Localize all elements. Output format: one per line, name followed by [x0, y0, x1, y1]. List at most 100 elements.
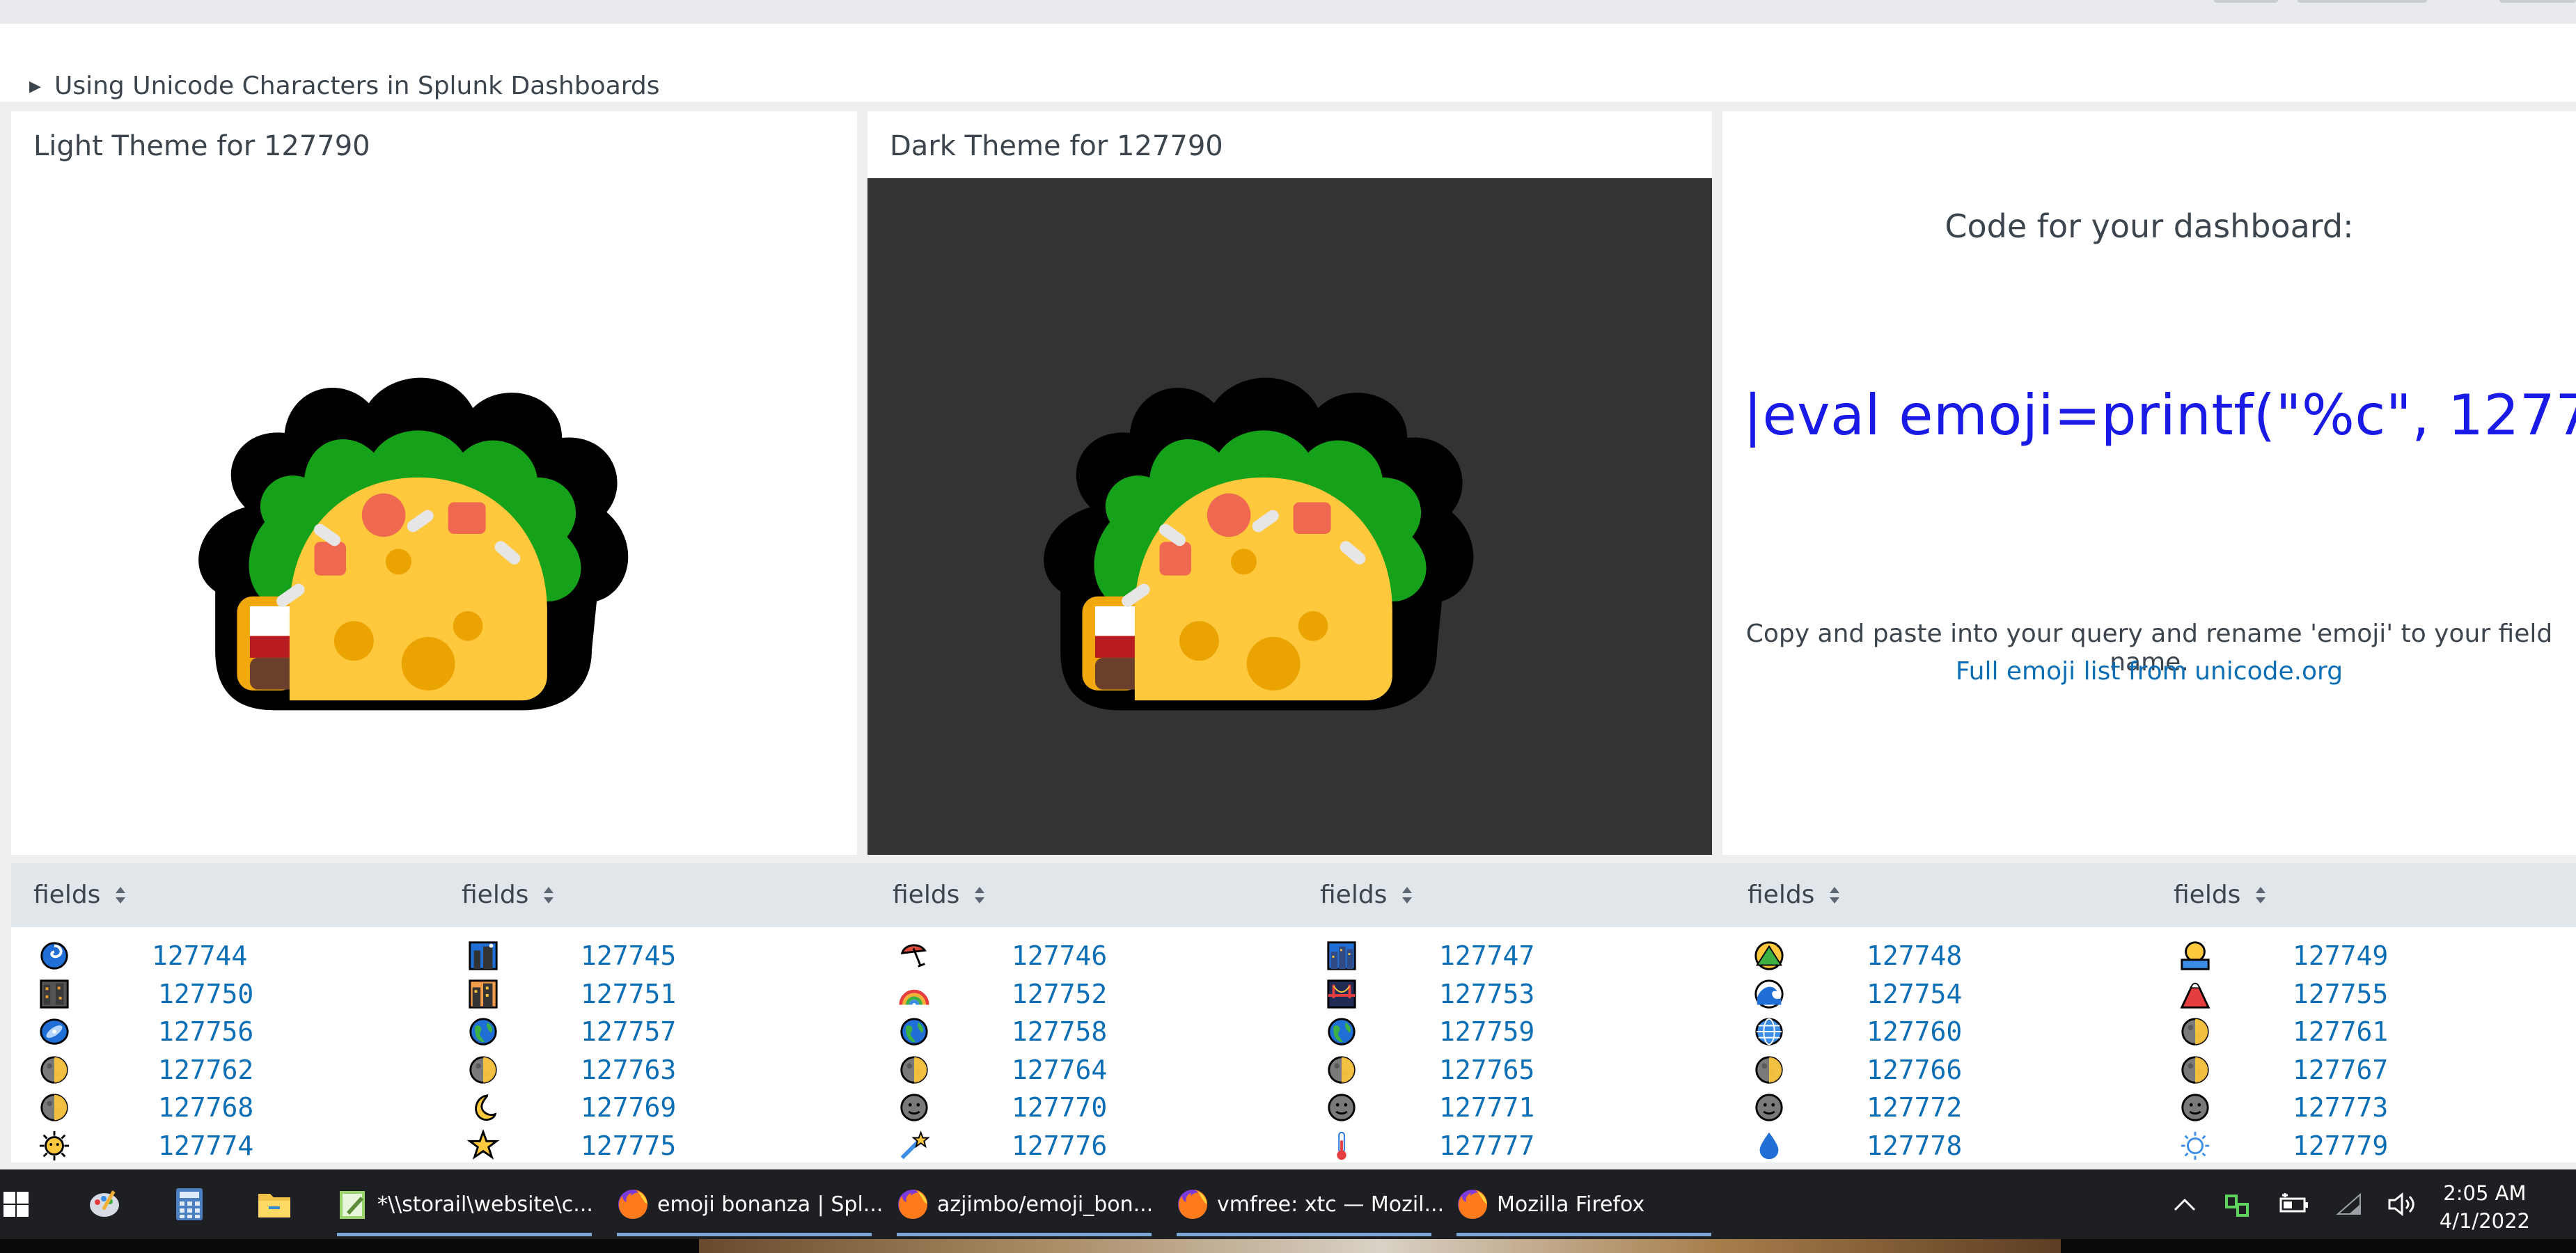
codepoint-value: 127762: [158, 1054, 254, 1085]
sort-icon[interactable]: [1402, 887, 1413, 904]
active-indicator: [1177, 1233, 1431, 1236]
table-cell[interactable]: 127770: [896, 1089, 1258, 1127]
table-cell[interactable]: 127765: [1324, 1051, 1686, 1089]
globe-emoji-icon: [900, 1018, 928, 1046]
table-cell[interactable]: 127744: [36, 937, 398, 975]
start-button[interactable]: [0, 1169, 32, 1239]
calculator-app-icon[interactable]: [167, 1169, 212, 1239]
table-column: 127746 127752 127758 127764 127770 127776: [896, 937, 1258, 1165]
toolbar-button[interactable]: [2298, 0, 2427, 3]
sun-emoji-icon: [2181, 1131, 2210, 1160]
table-cell[interactable]: 127772: [1751, 1089, 2113, 1127]
table-cell[interactable]: 127749: [2177, 937, 2539, 975]
table-cell[interactable]: 127759: [1324, 1013, 1686, 1051]
paint-app-icon[interactable]: [82, 1169, 127, 1239]
umbrella-emoji-icon: [900, 944, 927, 968]
taskbar-item-firefox[interactable]: Mozilla Firefox: [1456, 1175, 1711, 1236]
codepoint-value: 127776: [1012, 1130, 1108, 1161]
toolbar-button[interactable]: [2214, 0, 2278, 3]
volume-icon[interactable]: [2387, 1192, 2417, 1217]
taskbar-item-label: *\\storail\website\c...: [377, 1192, 593, 1217]
table-cell[interactable]: 127748: [1751, 937, 2113, 975]
file-explorer-icon[interactable]: [252, 1169, 297, 1239]
table-cell[interactable]: 127758: [896, 1013, 1258, 1051]
sort-icon[interactable]: [2256, 887, 2266, 904]
top-bar: [0, 0, 2576, 24]
codepoint-value: 127768: [158, 1092, 254, 1124]
sort-icon[interactable]: [116, 887, 126, 904]
battery-icon[interactable]: [2278, 1192, 2310, 1217]
sort-icon[interactable]: [975, 887, 985, 904]
moon-phase-emoji-icon: [2181, 1018, 2209, 1046]
table-cell[interactable]: 127766: [1751, 1051, 2113, 1089]
code-heading: Code for your dashboard:: [1945, 207, 2354, 245]
column-header-fields[interactable]: fields: [33, 881, 126, 909]
section-title[interactable]: Using Unicode Characters in Splunk Dashb…: [54, 72, 660, 100]
sort-icon[interactable]: [1830, 887, 1840, 904]
table-cell[interactable]: 127750: [36, 975, 398, 1014]
table-cell[interactable]: 127777: [1324, 1127, 1686, 1165]
table-cell[interactable]: 127773: [2177, 1089, 2539, 1127]
table-cell[interactable]: 127776: [896, 1127, 1258, 1165]
table-cell[interactable]: 127752: [896, 975, 1258, 1014]
sort-icon[interactable]: [544, 887, 554, 904]
night-city-emoji-icon: [469, 941, 498, 970]
expand-triangle-icon[interactable]: ▶: [29, 79, 41, 95]
taskbar-item-firefox[interactable]: azjimbo/emoji_bon...: [897, 1175, 1153, 1236]
codepoint-value: 127747: [1439, 940, 1535, 971]
table-cell[interactable]: 127763: [465, 1051, 827, 1089]
table-cell[interactable]: 127745: [465, 937, 827, 975]
table-cell[interactable]: 127757: [465, 1013, 827, 1051]
column-header-fields[interactable]: fields: [1320, 881, 1413, 909]
codepoint-value: 127759: [1439, 1016, 1535, 1048]
table-cell[interactable]: 127771: [1324, 1089, 1686, 1127]
taskbar-item-firefox[interactable]: vmfree: xtc — Mozil...: [1177, 1175, 1444, 1236]
desktop-background: [0, 1239, 2576, 1253]
chevron-up-icon[interactable]: [2172, 1196, 2197, 1213]
table-cell[interactable]: 127769: [465, 1089, 827, 1127]
column-header-fields[interactable]: fields: [2174, 881, 2266, 909]
taskbar-item-label: vmfree: xtc — Mozil...: [1217, 1192, 1445, 1217]
table-cell[interactable]: 127774: [36, 1127, 398, 1165]
code-snippet[interactable]: |eval emoji=printf("%c", 127790): [1743, 383, 2576, 448]
table-cell[interactable]: 127775: [465, 1127, 827, 1165]
column-header-fields[interactable]: fields: [462, 881, 554, 909]
table-cell[interactable]: 127767: [2177, 1051, 2539, 1089]
table-cell[interactable]: 127760: [1751, 1013, 2113, 1051]
droplet-emoji-icon: [1759, 1132, 1779, 1160]
table-cell[interactable]: 127754: [1751, 975, 2113, 1014]
table-cell[interactable]: 127764: [896, 1051, 1258, 1089]
taskbar-item-firefox[interactable]: emoji bonanza | Spl...: [617, 1175, 883, 1236]
collapsible-section[interactable]: ▶ Using Unicode Characters in Splunk Das…: [0, 24, 2576, 102]
sun-face-emoji-icon: [39, 1130, 70, 1161]
network-app-icon[interactable]: [2222, 1190, 2252, 1220]
star-emoji-icon: [466, 1129, 500, 1160]
toolbar-button[interactable]: [2499, 0, 2576, 3]
table-cell[interactable]: 127746: [896, 937, 1258, 975]
table-cell[interactable]: 127778: [1751, 1127, 2113, 1165]
taskbar-item-notepad[interactable]: *\\storail\website\c...: [337, 1175, 593, 1236]
moon-face-emoji-icon: [2181, 1094, 2209, 1122]
table-cell[interactable]: 127751: [465, 975, 827, 1014]
table-cell[interactable]: 127755: [2177, 975, 2539, 1014]
moon-face-emoji-icon: [1755, 1094, 1783, 1122]
column-header-fields[interactable]: fields: [893, 881, 985, 909]
table-cell[interactable]: 127756: [36, 1013, 398, 1051]
active-indicator: [337, 1233, 592, 1236]
column-header-fields[interactable]: fields: [1748, 881, 1840, 909]
table-cell[interactable]: 127762: [36, 1051, 398, 1089]
system-clock[interactable]: 2:05 AM 4/1/2022: [2440, 1179, 2530, 1235]
table-cell[interactable]: 127768: [36, 1089, 398, 1127]
table-cell[interactable]: 127779: [2177, 1127, 2539, 1165]
wifi-icon[interactable]: [2335, 1192, 2363, 1217]
unicode-emoji-list-link[interactable]: Full emoji list from unicode.org: [1722, 657, 2576, 686]
codepoint-value: 127753: [1439, 978, 1535, 1009]
codepoint-value: 127778: [1867, 1130, 1963, 1161]
table-cell[interactable]: 127761: [2177, 1013, 2539, 1051]
codepoint-value: 127750: [158, 978, 254, 1009]
moon-face-emoji-icon: [900, 1094, 928, 1122]
table-cell[interactable]: 127747: [1324, 937, 1686, 975]
table-cell[interactable]: 127753: [1324, 975, 1686, 1014]
taco-emoji-icon: [198, 377, 629, 711]
codepoint-value: 127769: [581, 1092, 677, 1124]
